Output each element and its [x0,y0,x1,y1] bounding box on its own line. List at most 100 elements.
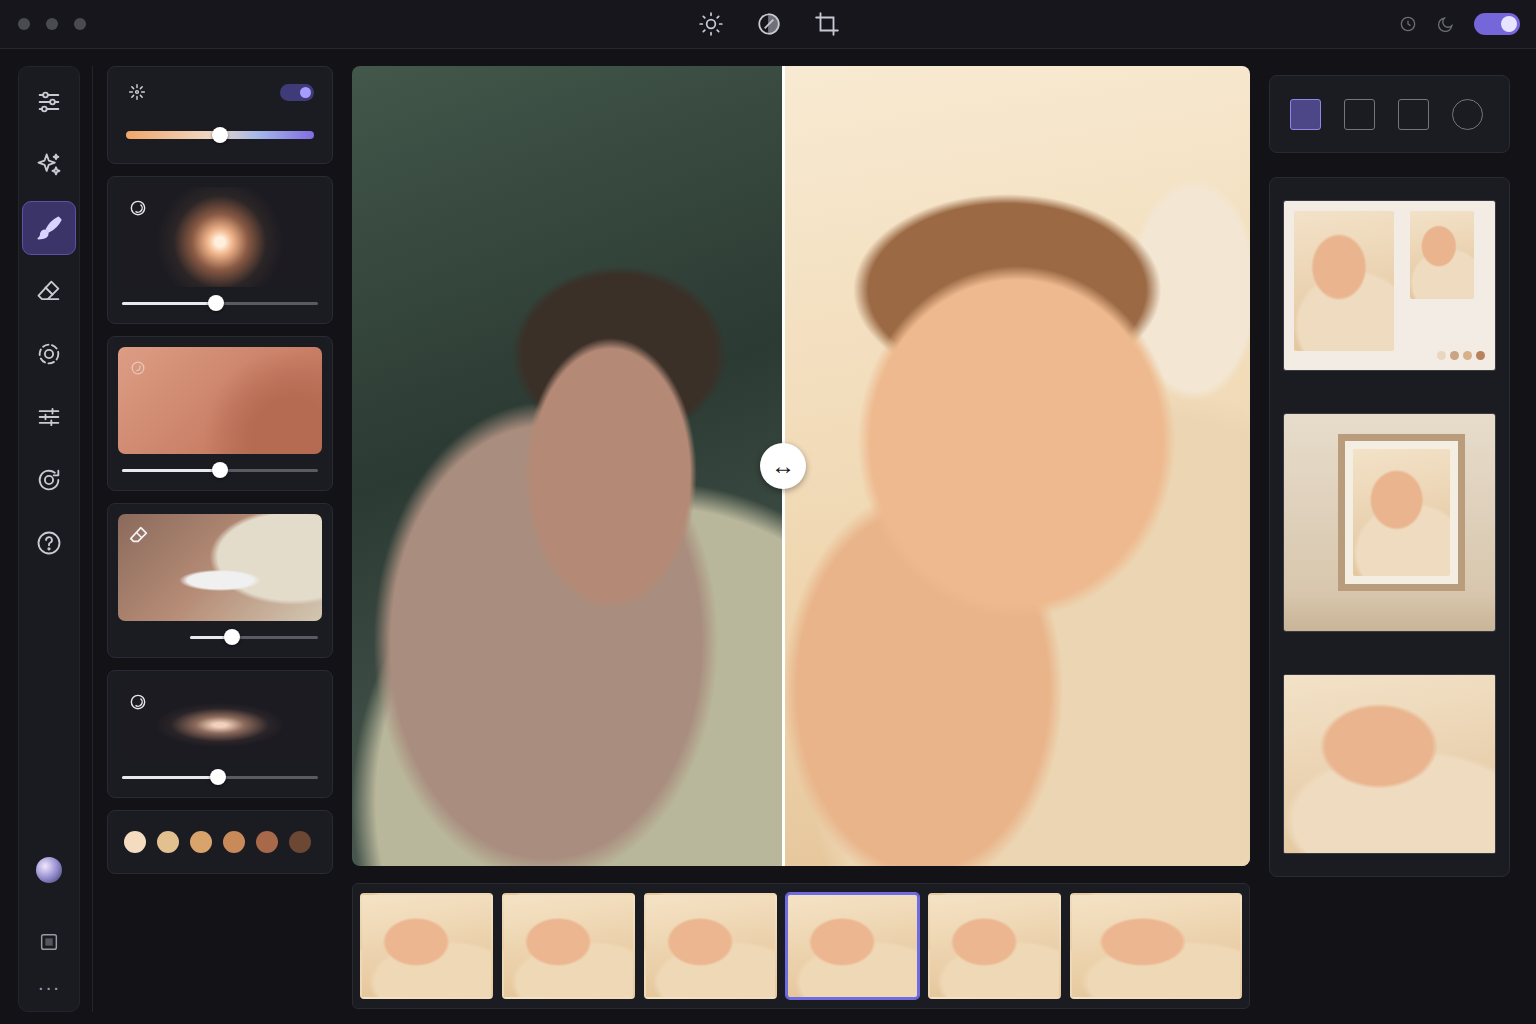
film-thumb[interactable] [360,893,493,999]
slider-thumb[interactable] [212,127,228,143]
slider[interactable] [122,462,318,478]
window-controls [18,18,698,30]
swatch-card [107,810,333,874]
vignette-preview [118,681,322,761]
film-thumb[interactable] [644,893,777,999]
minimize-dot[interactable] [46,18,58,30]
rail-button[interactable] [22,390,76,444]
shape-option[interactable] [1452,99,1483,130]
contrast-icon[interactable] [756,11,782,37]
rail-button[interactable] [22,201,76,255]
tone-icon [128,692,148,712]
close-dot[interactable] [18,18,30,30]
film-thumb[interactable] [786,893,919,999]
erase-preview [118,514,322,621]
slider-thumb[interactable] [210,769,226,785]
enhance-header [126,81,314,103]
rail-button[interactable] [22,453,76,507]
adjust-icon [35,403,63,431]
palette-dot [1476,351,1485,360]
slider-track [126,131,314,139]
maximize-dot[interactable] [74,18,86,30]
slider-fill [122,776,218,779]
collage-dots [1410,351,1485,360]
slider[interactable] [190,629,318,645]
shape-option[interactable] [1398,99,1429,130]
plain-preview[interactable] [1283,674,1496,854]
film-thumb[interactable] [502,893,635,999]
layout-panel [1269,66,1510,1012]
title-bar [0,0,1536,49]
framed-photo [1353,449,1450,576]
collage-photo [1410,211,1474,299]
auto-enhance-icon [126,81,148,103]
sparkles-icon [35,151,63,179]
color-swatch[interactable] [223,831,245,853]
slider-track [122,469,318,472]
slider-track [122,302,318,305]
slider-thumb[interactable] [212,462,228,478]
slider[interactable] [126,127,314,143]
brush-icon [35,214,63,242]
color-swatch[interactable] [124,831,146,853]
help-icon [35,529,63,557]
slider-thumb[interactable] [208,295,224,311]
more-button[interactable]: ··· [38,977,61,997]
slider[interactable] [122,769,318,785]
slider-fill [122,302,216,305]
eraser-icon [35,277,63,305]
rail-button[interactable] [22,75,76,129]
compare-canvas[interactable]: ↔ [352,66,1250,866]
texture-card [107,336,333,491]
slider-row [142,629,322,645]
color-orb[interactable] [36,857,62,883]
toggle-switch[interactable] [1474,13,1520,35]
slider-track [122,776,318,779]
rail-button[interactable] [22,516,76,570]
color-swatch[interactable] [157,831,179,853]
layers-icon [38,931,60,953]
canvas-column: ↔ [352,66,1250,1012]
rail-button[interactable] [22,264,76,318]
rail-button[interactable] [22,327,76,381]
color-swatch[interactable] [190,831,212,853]
before-photo [352,66,783,866]
collage-photo [1294,211,1394,351]
rail-divider [92,66,93,1012]
shape-picker [1269,75,1510,153]
enhance-card [107,66,333,164]
slider-track [190,636,318,639]
erase-card [107,503,333,658]
rail-button[interactable] [22,138,76,192]
slider-thumb[interactable] [224,629,240,645]
sun-icon[interactable] [698,11,724,37]
collage-preview[interactable] [1283,200,1496,371]
shape-option[interactable] [1344,99,1375,130]
shape-option[interactable] [1290,99,1321,130]
app-window: ··· ↔ [0,0,1536,1024]
eraser-icon [128,524,150,546]
color-swatch[interactable] [256,831,278,853]
picture-frame [1338,434,1465,591]
adjustment-panel [107,66,333,1012]
color-swatch[interactable] [289,831,311,853]
top-right [840,13,1520,35]
glow-card [107,176,333,324]
palette-dot [1437,351,1446,360]
film-thumb[interactable] [928,893,1061,999]
frame-preview[interactable] [1283,413,1496,632]
toggle-knob [1501,16,1517,32]
tone-icon [128,358,148,378]
crop-icon[interactable] [814,11,840,37]
collage-side [1410,211,1485,360]
slider[interactable] [122,295,318,311]
history-icon[interactable] [1398,14,1418,34]
film-thumb[interactable] [1070,893,1242,999]
focus-icon [35,340,63,368]
toggle-switch[interactable] [280,84,314,101]
preview-list [1269,177,1510,877]
moon-icon[interactable] [1436,14,1456,34]
top-tools [698,11,840,37]
split-handle[interactable]: ↔ [760,443,806,489]
slider-row [118,462,322,478]
